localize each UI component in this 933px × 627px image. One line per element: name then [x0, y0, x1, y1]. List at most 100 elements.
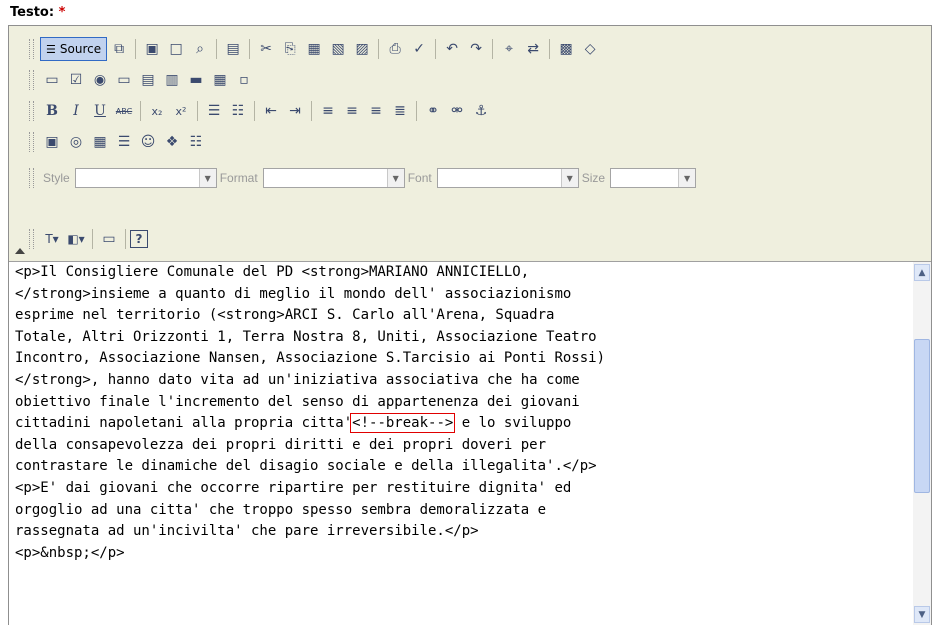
- vertical-scrollbar[interactable]: ▲ ▼: [913, 262, 931, 625]
- horizontal-rule-icon[interactable]: ☰: [112, 130, 136, 154]
- indent-icon[interactable]: ⇥: [283, 99, 307, 123]
- code-line: Incontro, Associazione Nansen, Associazi…: [15, 350, 606, 367]
- collapse-arrow-icon: [15, 248, 25, 254]
- select-field-icon[interactable]: ▥: [160, 68, 184, 92]
- toolbar-row-1: ☰ Source ⧉ ▣ □ ⌕ ▤ ✂ ⎘ ▦ ▧ ▨ ⎙ ✓ ↶ ↷ ⌖ ⇄: [29, 35, 602, 63]
- link-icon[interactable]: ⚭: [421, 99, 445, 123]
- redo-icon[interactable]: ↷: [464, 37, 488, 61]
- toolbar-collapse-handle[interactable]: [13, 28, 27, 256]
- templates-icon[interactable]: ⧉: [107, 37, 131, 61]
- select-all-icon[interactable]: ▩: [554, 37, 578, 61]
- toolbar-grip: [29, 132, 34, 152]
- toolbar-grip: [29, 168, 34, 188]
- unlink-icon[interactable]: ⚮: [445, 99, 469, 123]
- code-line: cittadini napoletani alla propria citta': [15, 415, 353, 432]
- toolbar-grip: [29, 70, 34, 90]
- style-combo[interactable]: ▼: [74, 168, 217, 188]
- outdent-icon[interactable]: ⇤: [259, 99, 283, 123]
- hidden-field-icon[interactable]: ▫: [232, 68, 256, 92]
- toolbar-separator: [125, 229, 126, 249]
- subscript-icon[interactable]: x₂: [145, 99, 169, 123]
- source-button[interactable]: ☰ Source: [40, 37, 108, 61]
- special-char-icon[interactable]: ❖: [160, 130, 184, 154]
- code-line: obiettivo finale l'incremento del senso …: [15, 393, 580, 410]
- undo-icon[interactable]: ↶: [440, 37, 464, 61]
- text-field-icon[interactable]: ▭: [112, 68, 136, 92]
- find-icon[interactable]: ⌖: [497, 37, 521, 61]
- code-line: rassegnata ad un'incivilta' che pare irr…: [15, 523, 479, 540]
- document-icon[interactable]: ▤: [221, 37, 245, 61]
- toolbar-row-2: ▭ ☑ ◉ ▭ ▤ ▥ ▬ ▦ ▫: [29, 66, 256, 94]
- form-icon[interactable]: ▭: [40, 68, 64, 92]
- bulleted-list-icon[interactable]: ☷: [226, 99, 250, 123]
- toolbar-separator: [549, 39, 551, 59]
- code-line: </strong>, hanno dato vita ad un'iniziat…: [15, 371, 580, 388]
- chevron-down-icon: ▼: [678, 169, 696, 187]
- textarea-icon[interactable]: ▤: [136, 68, 160, 92]
- format-combo[interactable]: ▼: [262, 168, 405, 188]
- cut-icon[interactable]: ✂: [254, 37, 278, 61]
- button-icon[interactable]: ▬: [184, 68, 208, 92]
- align-right-icon[interactable]: ≡: [364, 99, 388, 123]
- help-icon[interactable]: ?: [130, 230, 148, 248]
- smiley-icon[interactable]: ☺: [136, 130, 160, 154]
- toolbar-separator: [216, 39, 218, 59]
- code-line: <p>Il Consigliere Comunale del PD <stron…: [15, 264, 530, 280]
- align-left-icon[interactable]: ≡: [316, 99, 340, 123]
- font-combo[interactable]: ▼: [436, 168, 579, 188]
- code-line: <p>&nbsp;</p>: [15, 544, 125, 561]
- justify-icon[interactable]: ≣: [388, 99, 412, 123]
- maximize-icon[interactable]: ▭: [97, 227, 121, 251]
- break-tag-highlight: <!--break-->: [350, 413, 456, 434]
- editor-toolbar: ☰ Source ⧉ ▣ □ ⌕ ▤ ✂ ⎘ ▦ ▧ ▨ ⎙ ✓ ↶ ↷ ⌖ ⇄: [9, 26, 931, 260]
- toolbar-grip: [29, 39, 34, 59]
- source-code: <p>Il Consigliere Comunale del PD <stron…: [15, 262, 905, 564]
- page-break-icon[interactable]: ☷: [184, 130, 208, 154]
- replace-icon[interactable]: ⇄: [521, 37, 545, 61]
- source-icon: ☰: [46, 42, 56, 56]
- toolbar-grip: [29, 101, 34, 121]
- superscript-icon[interactable]: x²: [169, 99, 193, 123]
- new-page-icon[interactable]: □: [164, 37, 188, 61]
- paste-word-icon[interactable]: ▨: [350, 37, 374, 61]
- radio-icon[interactable]: ◉: [88, 68, 112, 92]
- paste-icon[interactable]: ▦: [302, 37, 326, 61]
- checkbox-icon[interactable]: ☑: [64, 68, 88, 92]
- text-color-icon[interactable]: T▾: [40, 227, 64, 251]
- code-line: della consapevolezza dei propri diritti …: [15, 436, 547, 453]
- toolbar-separator: [311, 101, 312, 121]
- paste-text-icon[interactable]: ▧: [326, 37, 350, 61]
- toolbar-separator: [254, 101, 255, 121]
- numbered-list-icon[interactable]: ☰: [202, 99, 226, 123]
- required-marker: *: [58, 5, 66, 20]
- scrollbar-thumb[interactable]: [914, 339, 930, 493]
- field-label: Testo: *: [10, 5, 65, 20]
- toolbar-separator: [492, 39, 494, 59]
- align-center-icon[interactable]: ≡: [340, 99, 364, 123]
- source-label: Source: [59, 42, 102, 56]
- italic-icon[interactable]: I: [64, 99, 88, 123]
- image-button-icon[interactable]: ▦: [208, 68, 232, 92]
- print-icon[interactable]: ⎙: [383, 37, 407, 61]
- remove-format-icon[interactable]: ◇: [578, 37, 602, 61]
- copy-icon[interactable]: ⎘: [278, 37, 302, 61]
- save-icon[interactable]: ▣: [140, 37, 164, 61]
- strikethrough-icon[interactable]: ABC: [112, 99, 136, 123]
- bold-icon[interactable]: B: [40, 99, 64, 123]
- underline-icon[interactable]: U: [88, 99, 112, 123]
- spellcheck-icon[interactable]: ✓: [407, 37, 431, 61]
- toolbar-separator: [135, 39, 137, 59]
- preview-icon[interactable]: ⌕: [188, 37, 212, 61]
- field-label-text: Testo:: [10, 5, 55, 20]
- flash-icon[interactable]: ◎: [64, 130, 88, 154]
- style-combo-label: Style: [43, 171, 70, 185]
- size-combo[interactable]: ▼: [610, 168, 697, 188]
- source-text-area[interactable]: <p>Il Consigliere Comunale del PD <stron…: [9, 261, 931, 625]
- image-icon[interactable]: ▣: [40, 130, 64, 154]
- background-color-icon[interactable]: ◧▾: [64, 227, 88, 251]
- anchor-icon[interactable]: ⚓: [469, 99, 493, 123]
- scroll-down-icon[interactable]: ▼: [914, 606, 930, 623]
- code-line-tail: e lo sviluppo: [453, 415, 572, 432]
- scroll-up-icon[interactable]: ▲: [914, 264, 930, 281]
- table-icon[interactable]: ▦: [88, 130, 112, 154]
